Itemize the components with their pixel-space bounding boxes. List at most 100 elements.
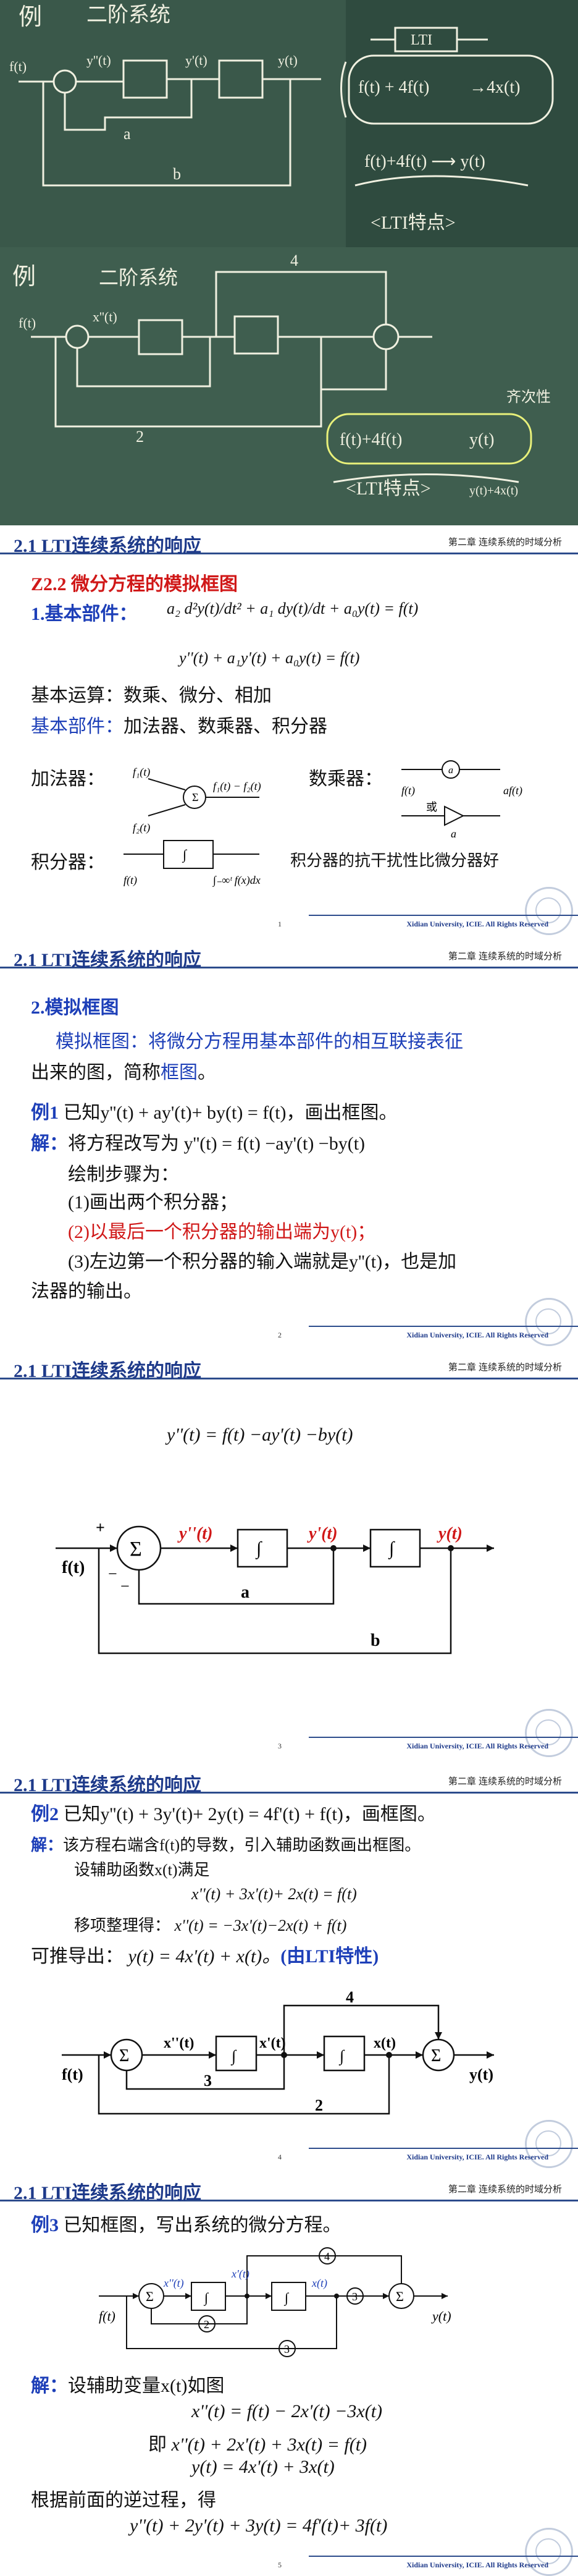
board1-eq3: f(t)+4f(t) ⟶ y(t) <box>364 152 485 171</box>
blackboard-2-drawing: 例 二阶系统 f(t) x''(t) 4 2 f(t)+4f(t) y(t) <… <box>0 247 578 525</box>
board2-x2-label: x''(t) <box>93 309 117 324</box>
integrator-output: ∫₋∞ᵗ f(x)dx <box>212 874 261 887</box>
page-number: 3 <box>278 1742 282 1750</box>
page-number: 1 <box>278 920 282 928</box>
copyright: Xidian University, ICIE. All Rights Rese… <box>406 2153 548 2161</box>
board1-note: <LTI特点> <box>371 213 456 233</box>
slide-1: 2.1 LTI连续系统的响应 第二章 连续系统的时域分析 Z2.2 微分方程的模… <box>0 525 578 936</box>
steps-label: 绘制步骤为： <box>68 1164 179 1185</box>
y-label: y(t) <box>437 1524 463 1543</box>
copyright: Xidian University, ICIE. All Rights Rese… <box>406 920 548 928</box>
page-number: 4 <box>278 2153 282 2161</box>
adder-output: f₁(t) − f₂(t) <box>213 780 261 793</box>
gain-b: b <box>371 1631 380 1650</box>
slide-header: 2.1 LTI连续系统的响应 第二章 连续系统的时域分析 <box>0 939 578 970</box>
minus-sign-1: − <box>120 1577 130 1595</box>
output-label: y(t) <box>431 2308 451 2324</box>
blackboard-1-drawing: 例 二阶系统 f(t) y''(t) y'(t) y(t) a b LTI f(… <box>0 0 578 247</box>
integrator-input: f(t) <box>124 874 137 887</box>
adder-f1: f₁(t) <box>133 766 150 779</box>
board2-subtitle: 二阶系统 <box>99 266 178 289</box>
section-heading: 2.模拟框图 <box>31 998 119 1018</box>
copyright: Xidian University, ICIE. All Rights Rese… <box>406 1331 548 1339</box>
board1-eq2: →4x(t) <box>469 78 520 97</box>
step-3-cont: 法器的输出。 <box>31 1281 142 1302</box>
final-equation: y''(t) + 2y'(t) + 3y(t) = 4f'(t)+ 3f(t) <box>130 2515 388 2536</box>
multiplier-a: a <box>451 828 456 840</box>
slide-footer: 4 Xidian University, ICIE. All Rights Re… <box>0 2148 578 2166</box>
sigma-2: Σ <box>396 2289 404 2304</box>
x1-label: x'(t) <box>231 2268 249 2281</box>
board1-eq1: f(t) + 4f(t) <box>358 78 429 97</box>
board1-b-label: b <box>173 165 181 183</box>
y1-label: y'(t) <box>307 1524 338 1543</box>
output-label: y(t) <box>469 2065 493 2083</box>
x-label: x(t) <box>311 2277 327 2290</box>
step-1: (1)画出两个积分器； <box>68 1192 238 1213</box>
step-3: (3)左边第一个积分器的输入端就是y''(t)，也是加 <box>68 1252 457 1272</box>
sigma-1: Σ <box>119 2046 129 2065</box>
input-label: f(t) <box>62 2065 83 2083</box>
integrator-1-sign: ∫ <box>255 1538 262 1560</box>
int-2: ∫ <box>283 2290 290 2306</box>
adder-sigma: Σ <box>192 791 198 803</box>
gain-2: 2 <box>315 2096 323 2114</box>
multiplier-input: f(t) <box>401 784 415 797</box>
x2-label: x''(t) <box>164 2035 194 2051</box>
gain-4: 4 <box>324 2250 330 2263</box>
integrator-sign: ∫ <box>182 847 188 863</box>
slide-footer: 3 Xidian University, ICIE. All Rights Re… <box>0 1737 578 1755</box>
board2-right-note: 齐次性 <box>506 389 551 405</box>
slide-footer: 5 Xidian University, ICIE. All Rights Re… <box>0 2556 578 2574</box>
slide-4: 2.1 LTI连续系统的响应 第二章 连续系统的时域分析 例2 已知y''(t)… <box>0 1765 578 2169</box>
integrator-box <box>163 840 214 869</box>
board1-a-label: a <box>124 125 131 143</box>
gain-3: 3 <box>284 2343 290 2355</box>
multiplier-or: 或 <box>426 801 437 813</box>
gain-2: 2 <box>204 2318 209 2331</box>
multiplier-triangle <box>444 805 465 826</box>
board1-y-label: y(t) <box>278 53 298 68</box>
sigma-2: Σ <box>431 2046 441 2065</box>
page-number: 2 <box>278 1331 282 1339</box>
reverse-process: 根据前面的逆过程，得 <box>31 2490 216 2510</box>
eq-3: y(t) = 4x'(t) + 3x(t) <box>191 2457 335 2477</box>
slide-footer: 1 Xidian University, ICIE. All Rights Re… <box>0 915 578 933</box>
x-label: x(t) <box>374 2035 396 2051</box>
chapter-label: 第二章 连续系统的时域分析 <box>448 951 562 962</box>
slide1-diagrams: Σ a ∫ f₁(t) f₂(t) f₁(t) − f₂(t) f(t) af(… <box>124 760 522 887</box>
board1-lti-label: LTI <box>411 32 432 48</box>
gain-a: a <box>241 1583 249 1602</box>
definition-line1: 模拟框图：将微分方程用基本部件的相互联接表征 <box>56 1032 463 1052</box>
example-1: 例1 已知y''(t) + ay'(t)+ by(t) = f(t)，画出框图。 <box>31 1103 398 1123</box>
integrator-2 <box>369 1528 421 1568</box>
adder-f2: f₂(t) <box>133 821 150 834</box>
blackboard-photo-2: 例 二阶系统 f(t) x''(t) 4 2 f(t)+4f(t) y(t) <… <box>0 247 578 525</box>
board2-right-eq: y(t)+4x(t) <box>469 484 518 498</box>
eq-1: x''(t) = f(t) − 2x'(t) −3x(t) <box>191 2401 383 2421</box>
block-diagram-1: Σ ∫ ∫ + − − f(t) y''(t) y'(t) y(t) a b <box>56 1519 494 1654</box>
blackboard-photo-1: 例 二阶系统 f(t) y''(t) y'(t) y(t) a b LTI f(… <box>0 0 578 247</box>
copyright: Xidian University, ICIE. All Rights Rese… <box>406 1742 548 1750</box>
int-1: ∫ <box>230 2047 237 2065</box>
slide-footer: 2 Xidian University, ICIE. All Rights Re… <box>0 1326 578 1344</box>
slide-2: 2.1 LTI连续系统的响应 第二章 连续系统的时域分析 2.模拟框图 模拟框图… <box>0 939 578 1347</box>
gain-4: 4 <box>346 1988 354 2006</box>
board1-subtitle: 二阶系统 <box>86 3 170 27</box>
slide-title: 2.1 LTI连续系统的响应 <box>14 950 201 970</box>
definition-line2: 出来的图，简称框图。 <box>31 1062 216 1083</box>
board2-eq1: f(t)+4f(t) <box>340 430 402 449</box>
integrator-1 <box>237 1528 288 1568</box>
slide-3: 2.1 LTI连续系统的响应 第二章 连续系统的时域分析 y''(t) = f(… <box>0 1350 578 1758</box>
solution-1: 解：将方程改写为 y''(t) = f(t) −ay'(t) −by(t) <box>31 1133 366 1154</box>
y2-label: y''(t) <box>177 1524 212 1543</box>
x2-label: x''(t) <box>163 2277 184 2290</box>
eq-2: 即 x''(t) + 2x'(t) + 3x(t) = f(t) <box>148 2434 367 2455</box>
multiplier-output: af(t) <box>503 784 522 797</box>
multiplier-a-circle: a <box>448 765 453 776</box>
board1-heading: 例 <box>19 4 42 30</box>
input-label: f(t) <box>99 2308 115 2324</box>
board2-note: <LTI特点> <box>346 478 431 499</box>
input-label: f(t) <box>62 1558 85 1577</box>
sigma-1: Σ <box>146 2289 154 2304</box>
